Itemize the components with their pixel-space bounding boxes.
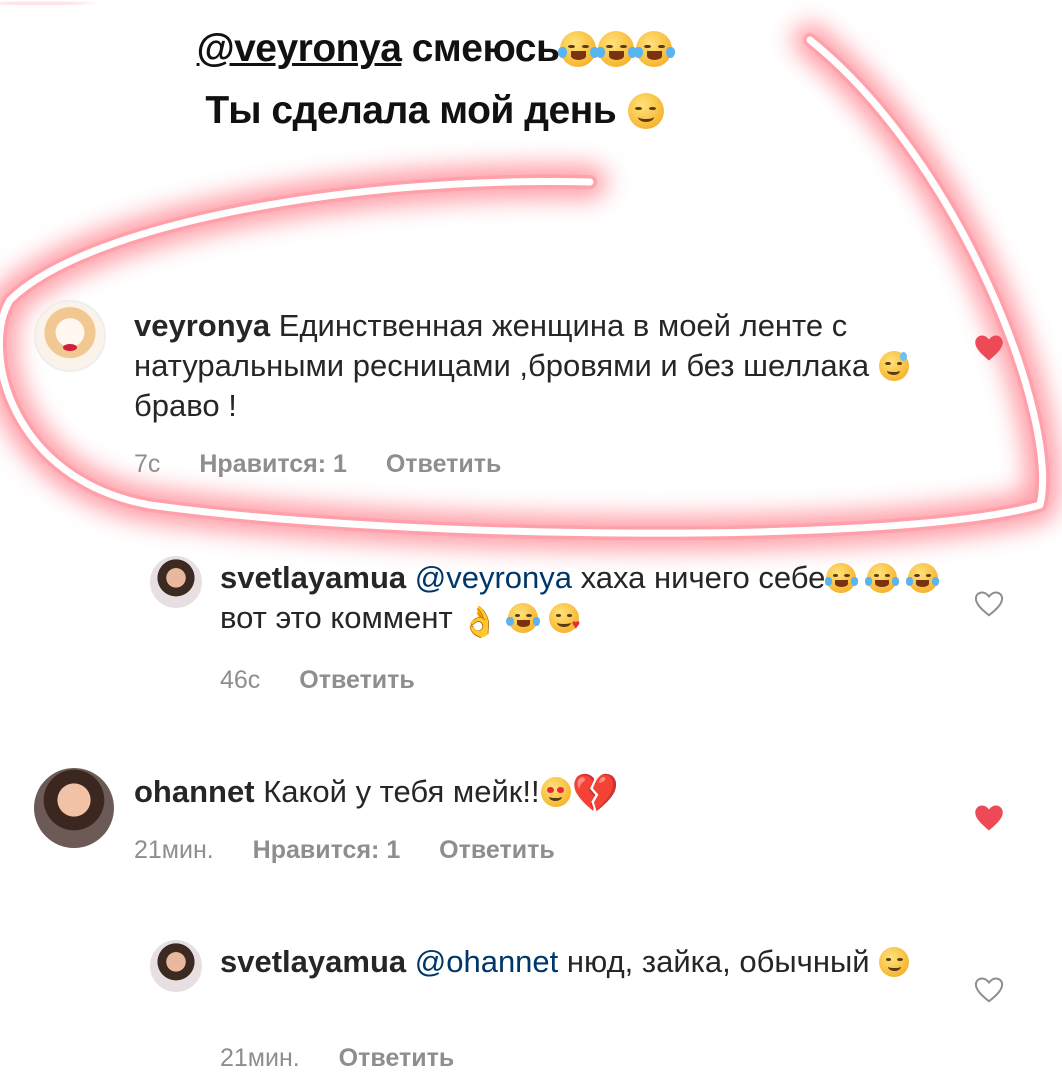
heart-outline-icon[interactable] [974,976,1004,1004]
story-caption: @veyronya смеюсь Ты сделала мой день [0,18,870,142]
ok-hand-emoji-icon: 👌 [461,606,499,639]
comment-likes[interactable]: Нравится: 1 [253,836,401,864]
laughing-emoji-icon [596,31,637,67]
reply-button[interactable]: Ответить [439,836,555,864]
comment-body: Какой у тебя мейк!! [263,774,540,809]
comment-username[interactable]: svetlayamua [220,944,406,979]
heart-eyes-emoji-icon [540,777,571,807]
comment-username[interactable]: veyronya [134,308,270,343]
heart-filled-icon[interactable] [974,804,1004,832]
laughing-emoji-icon [905,563,940,593]
laughing-emoji-icon [506,603,541,633]
comment-text: ohannet Какой у тебя мейк!! 💔 [134,772,924,815]
neon-glow-drawing [0,0,1060,551]
laughing-emoji-icon [824,563,859,593]
comment-meta: 46с Ответить [220,666,447,695]
comment-time: 21мин. [134,836,214,864]
comment-mention[interactable]: @veyronya [415,560,572,595]
comment-text: svetlayamua @veyronya хаха ничего себе в… [220,558,940,643]
comment-body: нюд, зайка, [566,944,731,979]
avatar[interactable] [150,940,202,992]
comment-mention[interactable]: @ohannet [415,944,559,979]
caption-mention[interactable]: @veyronya [197,27,402,70]
sweat-smile-emoji-icon [878,351,909,381]
heart-filled-icon[interactable] [974,334,1004,362]
comment-text: veyronya Единственная женщина в моей лен… [134,306,924,426]
comment-time: 46с [220,666,261,694]
comment-meta: 21мин. Нравится: 1 Ответить [134,836,587,865]
broken-heart-emoji-icon: 💔 [571,773,619,815]
comment-text: svetlayamua @ohannet нюд, зайка, обычный [220,942,940,982]
comment-username[interactable]: ohannet [134,774,255,809]
comment-username[interactable]: svetlayamua [220,560,406,595]
reply-button[interactable]: Ответить [386,450,502,478]
avatar[interactable] [150,556,202,608]
comment-body-end: обычный [739,944,870,979]
laughing-emoji-icon [865,563,899,593]
comment-meta: 21мин. Ответить [220,1044,486,1073]
caption-line-2-text: Ты сделала мой день [205,89,617,132]
comment-body-end: браво ! [134,388,237,423]
caption-line-2: Ты сделала мой день [0,80,870,142]
comment-time: 7с [134,450,161,478]
avatar[interactable] [34,768,114,848]
reply-button[interactable]: Ответить [299,666,415,694]
comment-body: хаха ничего себе [580,560,826,595]
comment-time: 21мин. [220,1044,300,1072]
smiling-emoji-icon [627,93,664,129]
laughing-emoji-icon [558,31,599,67]
kiss-emoji-icon: ♥ [548,603,580,633]
caption-line-1: @veyronya смеюсь [0,18,870,80]
reply-button[interactable]: Ответить [339,1044,455,1072]
smiling-emoji-icon [879,947,910,977]
comment-body-end: вот это коммент [220,600,453,635]
comment-meta: 7с Нравится: 1 Ответить [134,450,533,479]
heart-outline-icon[interactable] [974,590,1004,618]
comment-likes[interactable]: Нравится: 1 [199,450,347,478]
caption-text: смеюсь [401,27,560,70]
avatar[interactable] [34,300,106,372]
laughing-emoji-icon [634,31,675,67]
